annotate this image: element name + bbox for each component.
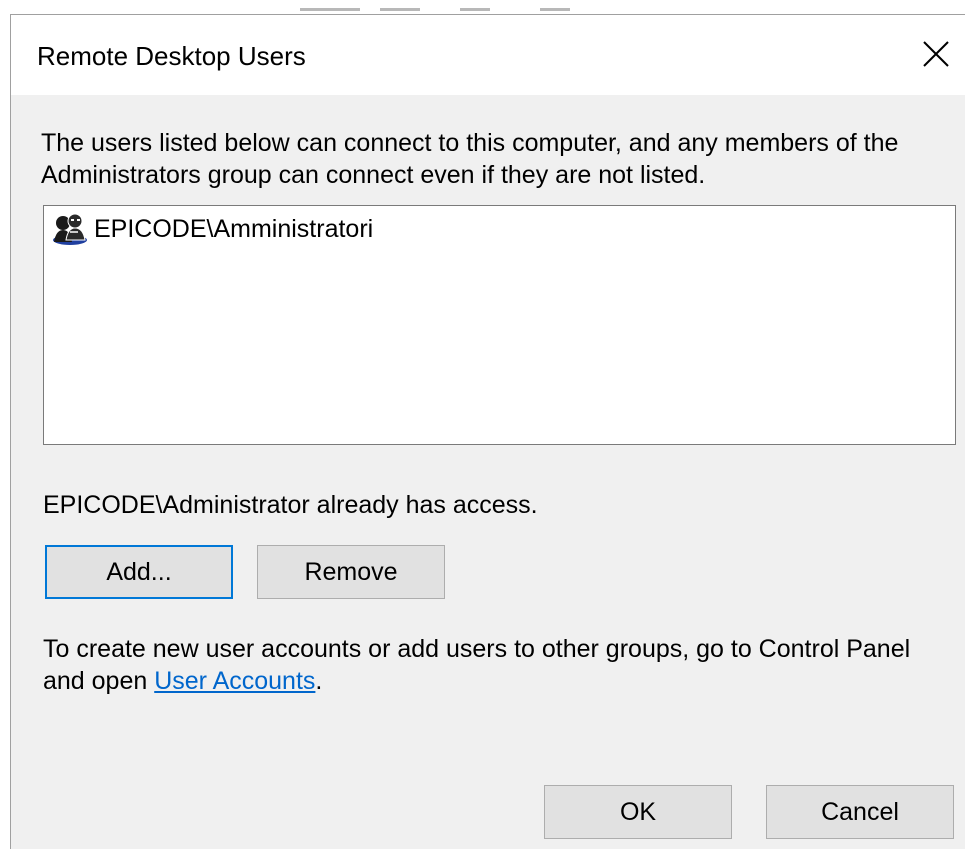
user-accounts-link[interactable]: User Accounts <box>154 667 315 695</box>
background-window <box>0 0 965 14</box>
user-name: EPICODE\Amministratori <box>94 214 374 243</box>
close-icon <box>923 41 949 67</box>
close-button[interactable] <box>911 29 961 79</box>
info-text: To create new user accounts or add users… <box>43 633 953 697</box>
list-item[interactable]: EPICODE\Amministratori <box>48 212 373 246</box>
info-text-suffix: . <box>315 667 323 695</box>
dialog-description: The users listed below can connect to th… <box>41 129 899 189</box>
background-fragment <box>540 8 570 11</box>
background-fragment <box>300 8 360 11</box>
user-group-icon <box>53 213 87 245</box>
ok-button[interactable]: OK <box>544 785 732 839</box>
cancel-button[interactable]: Cancel <box>766 785 954 839</box>
dialog-title: Remote Desktop Users <box>37 41 306 71</box>
add-button[interactable]: Add... <box>45 545 233 599</box>
background-fragment <box>380 8 420 11</box>
background-fragment <box>460 8 490 11</box>
access-note: EPICODE\Administrator already has access… <box>43 491 538 519</box>
users-listbox[interactable]: EPICODE\Amministratori <box>43 205 956 445</box>
remove-button[interactable]: Remove <box>257 545 445 599</box>
title-bar: Remote Desktop Users <box>11 15 965 95</box>
remote-desktop-users-dialog: Remote Desktop Users The users listed be… <box>10 14 965 849</box>
